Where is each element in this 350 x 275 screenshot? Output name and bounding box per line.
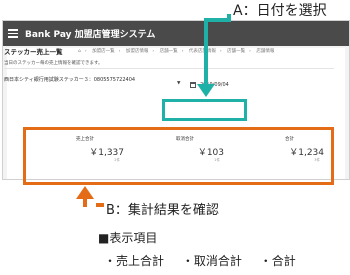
arrow-b-icon xyxy=(76,186,104,207)
display-item: ・取消合計 xyxy=(181,254,242,268)
callout-b-label: B：集計結果を確認 xyxy=(106,203,219,218)
callout-arrows xyxy=(76,14,231,207)
callout-a-label: A：日付を選択 xyxy=(233,3,327,19)
display-items-heading: ■表示項目 xyxy=(98,231,158,245)
display-items-list: ・売上合計 ・取消合計 ・合計 xyxy=(104,252,310,269)
arrow-a-icon xyxy=(197,14,231,97)
display-item: ・合計 xyxy=(259,254,296,268)
display-item: ・売上合計 xyxy=(104,254,165,268)
